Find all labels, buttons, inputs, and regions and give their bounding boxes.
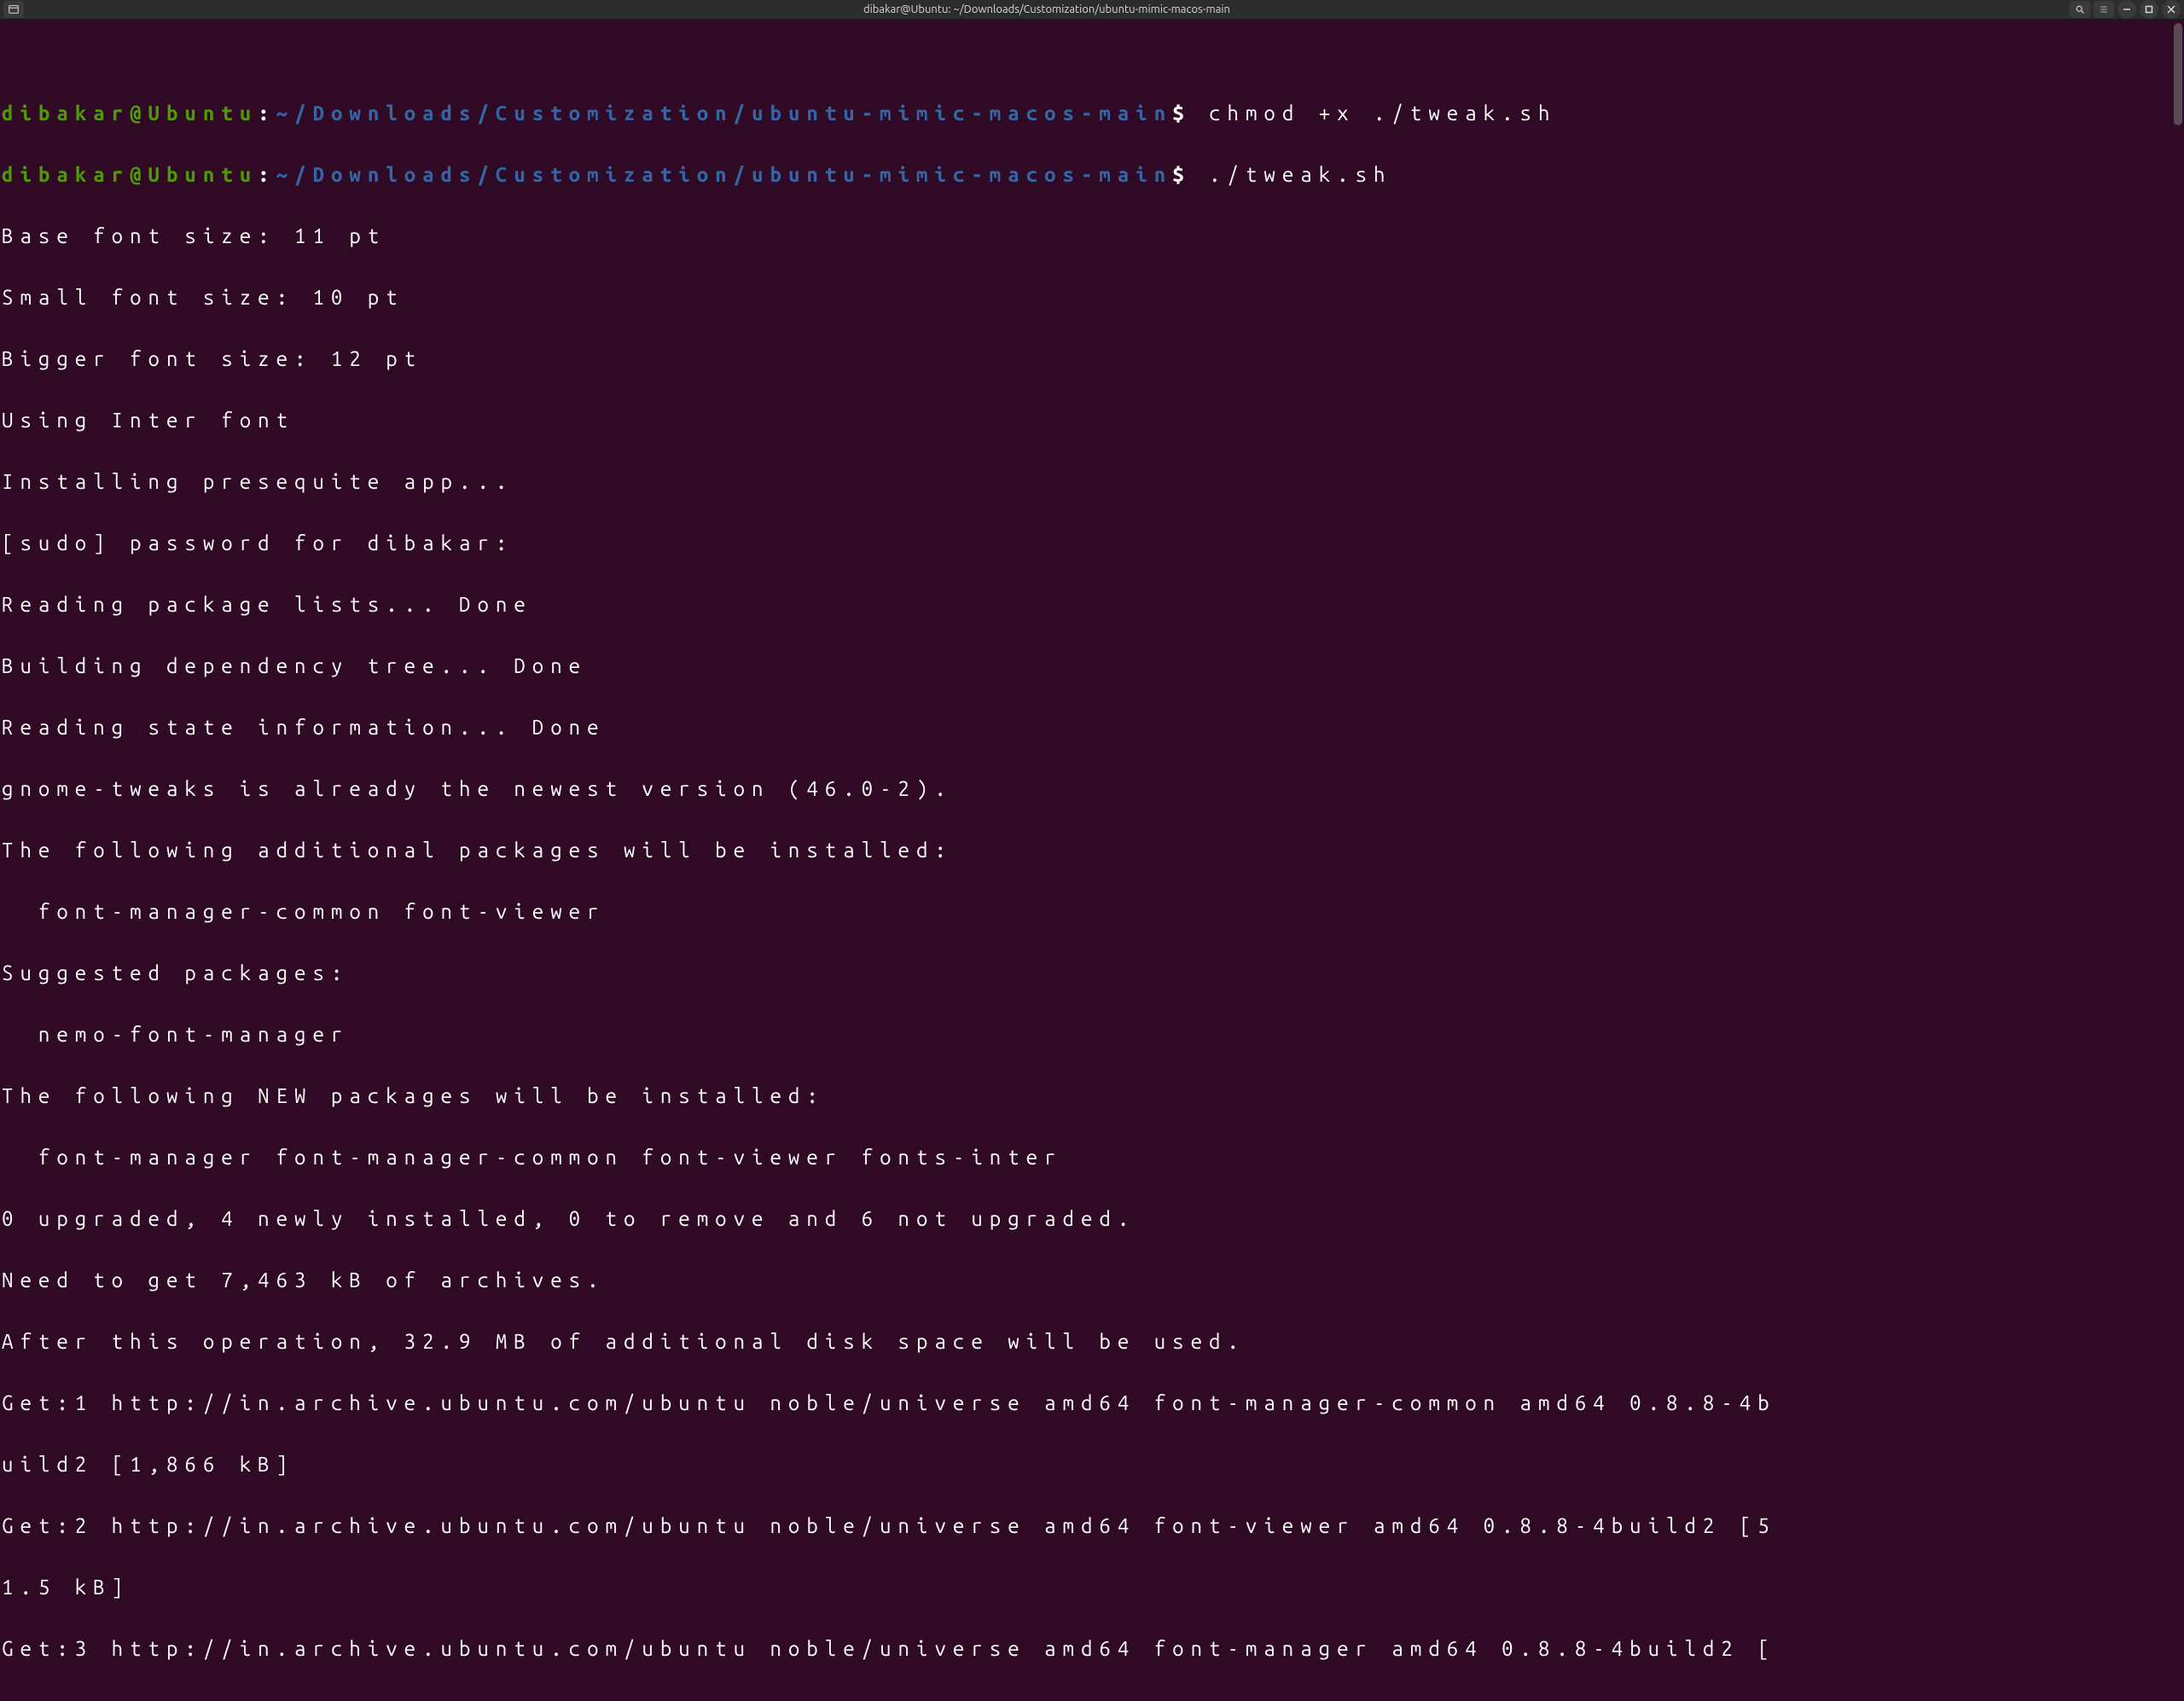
window-title: dibakar@Ubuntu: ~/Downloads/Customizatio… [27, 3, 2066, 15]
prompt-dollar: $ [1172, 102, 1190, 125]
scrollbar-thumb[interactable] [2174, 23, 2182, 125]
prompt-dollar: $ [1172, 163, 1190, 186]
hamburger-menu-button[interactable] [2094, 1, 2114, 18]
output-line: nemo-font-manager [2, 1025, 2182, 1045]
output-line: Get:1 http://in.archive.ubuntu.com/ubunt… [2, 1393, 2182, 1414]
command-text: chmod +x ./tweak.sh [1191, 102, 1557, 125]
output-line: Small font size: 10 pt [2, 287, 2182, 308]
terminal-window: dibakar@Ubuntu: ~/Downloads/Customizatio… [0, 0, 2184, 894]
output-line: uild2 [1,866 kB] [2, 1454, 2182, 1475]
close-button[interactable] [2162, 0, 2181, 19]
prompt-colon: : [258, 163, 276, 186]
titlebar: dibakar@Ubuntu: ~/Downloads/Customizatio… [0, 0, 2184, 20]
output-line: font-manager-common font-viewer [2, 902, 2182, 922]
output-line: 1.5 kB] [2, 1577, 2182, 1598]
output-line: Building dependency tree... Done [2, 656, 2182, 676]
terminal-body[interactable]: dibakar@Ubuntu:~/Downloads/Customization… [0, 20, 2184, 1700]
output-line: [sudo] password for dibakar: [2, 533, 2182, 554]
output-line: Installing presequite app... [2, 472, 2182, 492]
output-line: Bigger font size: 12 pt [2, 349, 2182, 369]
output-line: Need to get 7,463 kB of archives. [2, 1270, 2182, 1291]
new-tab-button[interactable] [3, 1, 24, 18]
output-line: 0 upgraded, 4 newly installed, 0 to remo… [2, 1209, 2182, 1229]
prompt-colon: : [258, 102, 276, 125]
output-line: Get:2 http://in.archive.ubuntu.com/ubunt… [2, 1516, 2182, 1536]
output-line: The following NEW packages will be insta… [2, 1086, 2182, 1106]
output-line: gnome-tweaks is already the newest versi… [2, 779, 2182, 799]
command-text: ./tweak.sh [1191, 163, 1392, 186]
maximize-button[interactable] [2140, 0, 2158, 19]
output-line: The following additional packages will b… [2, 840, 2182, 861]
output-line: Suggested packages: [2, 963, 2182, 984]
prompt-path: ~/Downloads/Customization/ubuntu-mimic-m… [276, 102, 1173, 125]
output-line: After this operation, 32.9 MB of additio… [2, 1332, 2182, 1352]
output-line: Reading state information... Done [2, 717, 2182, 738]
prompt-user-host: dibakar@Ubuntu [2, 163, 258, 186]
output-line: Reading package lists... Done [2, 595, 2182, 615]
output-line: Base font size: 11 pt [2, 226, 2182, 247]
search-button[interactable] [2070, 1, 2090, 18]
output-line: Using Inter font [2, 410, 2182, 431]
prompt-line: dibakar@Ubuntu:~/Downloads/Customization… [2, 165, 2182, 185]
prompt-path: ~/Downloads/Customization/ubuntu-mimic-m… [276, 163, 1173, 186]
output-line: font-manager font-manager-common font-vi… [2, 1147, 2182, 1168]
prompt-user-host: dibakar@Ubuntu [2, 102, 258, 125]
minimize-button[interactable] [2117, 0, 2136, 19]
output-line: Get:3 http://in.archive.ubuntu.com/ubunt… [2, 1639, 2182, 1659]
prompt-line: dibakar@Ubuntu:~/Downloads/Customization… [2, 103, 2182, 124]
